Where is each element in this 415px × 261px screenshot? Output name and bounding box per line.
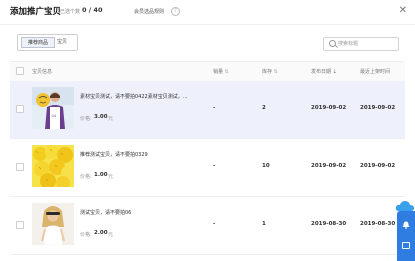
product-thumbnail <box>32 203 74 245</box>
search-icon <box>329 40 336 47</box>
stock-value: 1 <box>262 221 266 227</box>
price-unit: 元 <box>108 232 114 238</box>
item-title[interactable]: 素材宝贝测试，请不要拍0422素材宝贝测试，... <box>80 93 192 100</box>
publish-date-value: 2019-08-30 <box>311 221 347 227</box>
column-header-publish-date-label: 发布日期 <box>311 69 332 75</box>
publish-date-value: 2019-09-02 <box>311 105 347 111</box>
dialog-header: 添加推广宝贝 已选个数 0 / 40 会员选品规则 ? ✕ <box>0 0 415 25</box>
sort-icon: ⇅ <box>224 69 229 75</box>
column-header-sales-label: 销量 <box>213 69 224 75</box>
price-unit: 元 <box>108 174 114 180</box>
last-listed-value: 2019-09-02 <box>360 163 396 169</box>
message-icon[interactable] <box>402 242 410 249</box>
price-value: 2.00 <box>94 230 108 236</box>
row-checkbox[interactable] <box>16 221 24 229</box>
row-checkbox[interactable] <box>16 163 24 171</box>
price-unit: 元 <box>108 116 114 122</box>
close-icon[interactable]: ✕ <box>399 5 407 16</box>
service-float-bar <box>397 211 415 261</box>
selected-count-value: 0 / 40 <box>82 6 103 14</box>
table-row[interactable]: 推荐测试宝贝，请不要拍0329 价格: 1.00 元 - 10 2019-09-… <box>10 139 405 197</box>
item-title[interactable]: 推荐测试宝贝，请不要拍0329 <box>80 151 192 158</box>
sales-value: - <box>213 105 216 111</box>
product-thumbnail <box>32 145 74 187</box>
sort-icon: ⇣ <box>332 69 337 75</box>
price-label: 价格: <box>80 116 92 122</box>
table-row[interactable]: 04 素材宝贝测试，请不要拍0422素材宝贝测试，... 价格: 3.00 元 … <box>10 81 405 139</box>
stock-value: 2 <box>262 105 266 111</box>
help-icon[interactable]: ? <box>171 7 180 16</box>
price-label: 价格: <box>80 174 92 180</box>
tab-group: 推荐商品 宝贝 <box>17 34 78 51</box>
bell-icon[interactable] <box>402 221 410 229</box>
column-header-last-listed: 最近上架时间 <box>360 69 391 75</box>
column-header-stock-label: 库存 <box>262 69 273 75</box>
svg-text:04: 04 <box>52 114 57 118</box>
sales-value: - <box>213 221 216 227</box>
sales-value: - <box>213 163 216 169</box>
table-header: 宝贝信息 销量 ⇅ 库存 ⇅ 发布日期 ⇣ 最近上架时间 <box>10 61 405 82</box>
dialog-title: 添加推广宝贝 <box>10 7 62 17</box>
tab-items[interactable]: 宝贝 <box>57 37 67 48</box>
row-checkbox[interactable] <box>16 105 24 113</box>
price-value: 3.00 <box>94 114 108 120</box>
column-header-publish-date[interactable]: 发布日期 ⇣ <box>311 68 337 75</box>
search-input[interactable] <box>338 38 394 50</box>
column-header-sales[interactable]: 销量 ⇅ <box>213 68 229 75</box>
select-all-checkbox[interactable] <box>16 67 24 75</box>
product-thumbnail: 04 <box>32 87 74 129</box>
column-header-item: 宝贝信息 <box>32 69 53 75</box>
column-header-stock[interactable]: 库存 ⇅ <box>262 68 278 75</box>
item-title[interactable]: 测试宝贝，请不要拍06 <box>80 209 192 216</box>
price-value: 1.00 <box>94 172 108 178</box>
last-listed-value: 2019-08-30 <box>360 221 396 227</box>
last-listed-value: 2019-09-02 <box>360 105 396 111</box>
member-rules-link[interactable]: 会员选品规则 <box>134 8 164 15</box>
selected-count-label: 已选个数 <box>60 9 81 15</box>
search-box <box>323 37 399 51</box>
publish-date-value: 2019-09-02 <box>311 163 347 169</box>
stock-value: 10 <box>262 163 270 169</box>
price-label: 价格: <box>80 232 92 238</box>
sort-icon: ⇅ <box>273 69 278 75</box>
tab-recommended[interactable]: 推荐商品 <box>21 37 55 48</box>
table-row[interactable]: 测试宝贝，请不要拍06 价格: 2.00 元 - 1 2019-08-30 20… <box>10 197 405 255</box>
